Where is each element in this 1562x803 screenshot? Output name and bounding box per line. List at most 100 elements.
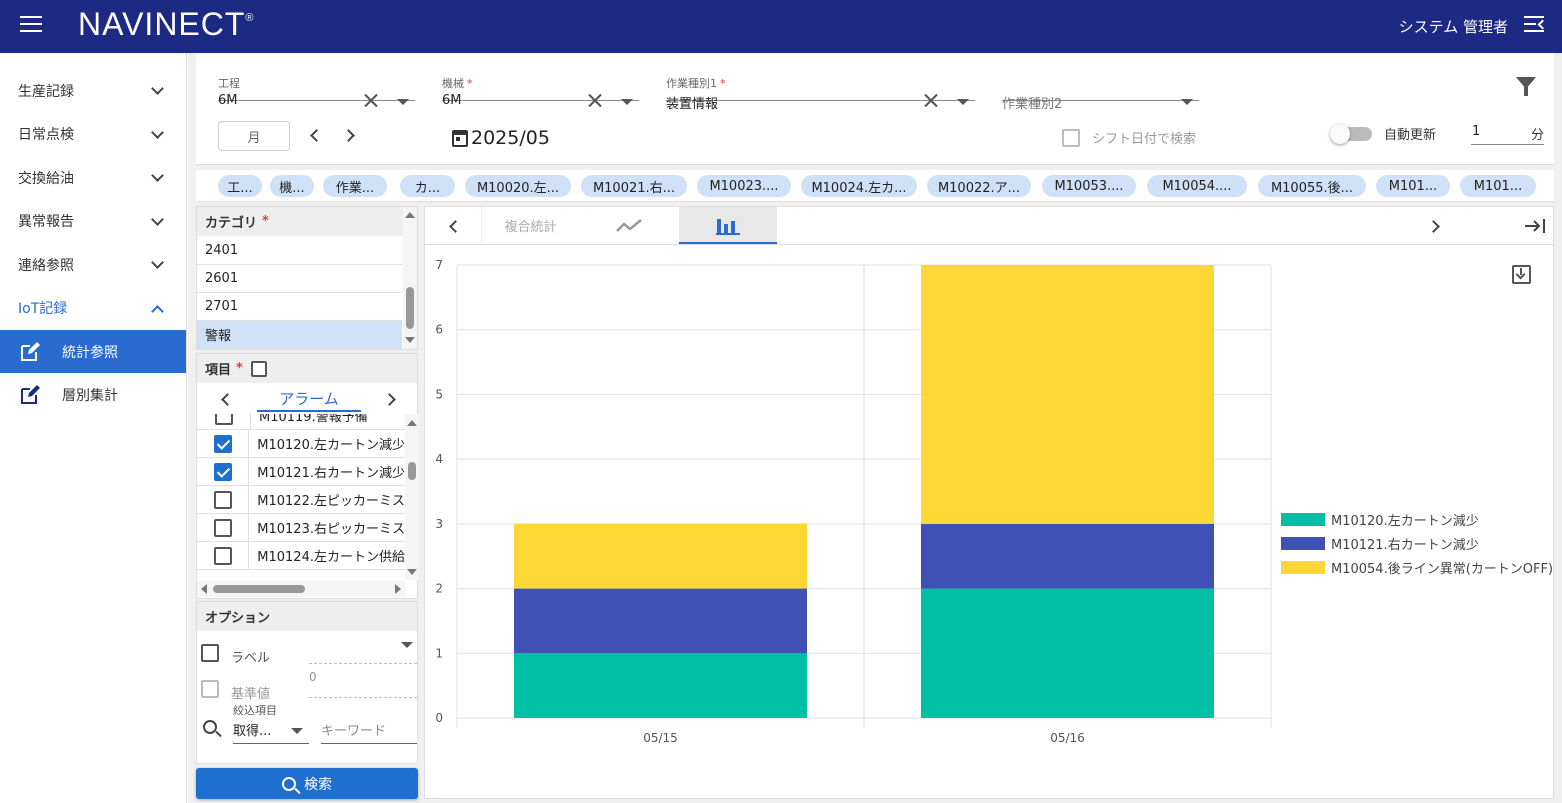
category-row[interactable]: 警報 (197, 321, 402, 349)
chip[interactable]: M10020.左... (465, 175, 571, 197)
scroll-right-icon[interactable] (395, 584, 401, 594)
chip[interactable]: M101... (1460, 175, 1536, 197)
chip[interactable]: 工... (218, 175, 262, 197)
chip[interactable]: 作業... (323, 175, 387, 197)
shift-date-search[interactable]: シフト日付で検索 (1062, 128, 1196, 147)
chip[interactable]: M10054.... (1147, 175, 1247, 197)
next-chart-tab-icon[interactable] (1427, 220, 1440, 233)
chip[interactable]: M10024.左カ... (801, 175, 917, 197)
tab-bar-chart[interactable] (679, 207, 777, 244)
chip[interactable]: M10055.後... (1258, 175, 1366, 197)
machine-select[interactable]: 機械 * 6M (442, 65, 639, 108)
chip[interactable]: M10053.... (1042, 175, 1136, 197)
clear-icon[interactable] (588, 93, 602, 107)
tab-composite-stats[interactable]: 複合統計 (481, 207, 579, 244)
user-name[interactable]: システム 管理者 (1399, 16, 1508, 37)
scroll-up-icon[interactable] (407, 420, 417, 426)
work-type2-select[interactable]: 作業種別2 (1002, 65, 1199, 112)
filter-item-value: 取得... (233, 724, 272, 739)
clear-icon[interactable] (364, 93, 378, 107)
dropdown-caret-icon[interactable] (621, 99, 633, 105)
item-checkbox[interactable] (213, 518, 232, 537)
search-button[interactable]: 検索 (196, 768, 418, 799)
interval-input[interactable]: 1 分 (1471, 119, 1544, 145)
sidebar-subitem-stratified-aggregation[interactable]: 層別集計 (0, 373, 186, 416)
dropdown-caret-icon[interactable] (1181, 99, 1193, 105)
hscroll-thumb[interactable] (213, 585, 305, 593)
y-tick-label: 5 (435, 387, 443, 401)
prev-date-icon[interactable] (310, 129, 323, 142)
label-option-select[interactable] (309, 638, 417, 664)
sidebar-subitem-statistics[interactable]: 統計参照 (0, 330, 186, 373)
sidebar-item-exchange-lubrication[interactable]: 交換給油 (0, 156, 186, 200)
next-date-icon[interactable] (342, 129, 355, 142)
next-tab-icon[interactable] (383, 393, 396, 406)
baseline-option-checkbox[interactable] (201, 680, 219, 698)
item-checkbox[interactable] (213, 462, 232, 481)
legend-item[interactable]: M10121.右カートン減少 (1281, 531, 1553, 555)
chip[interactable]: M10021.右... (581, 175, 687, 197)
scroll-down-icon[interactable] (407, 569, 417, 575)
scroll-thumb[interactable] (408, 462, 416, 480)
prev-tab-icon[interactable] (221, 393, 234, 406)
category-scrollbar[interactable] (403, 207, 417, 349)
baseline-input[interactable]: 0 (309, 668, 417, 698)
list-item[interactable]: M10120.左カートン減少 (197, 430, 405, 458)
hamburger-menu-icon[interactable] (20, 16, 42, 36)
legend-item[interactable]: M10120.左カートン減少 (1281, 507, 1553, 531)
menu-collapse-icon[interactable] (1524, 16, 1548, 36)
select-all-checkbox[interactable] (250, 360, 267, 377)
collapse-right-icon[interactable] (1523, 217, 1547, 235)
items-hscrollbar[interactable] (197, 581, 405, 597)
auto-update-toggle[interactable] (1330, 124, 1372, 144)
list-item[interactable]: M10123.右ピッカーミス (197, 514, 405, 542)
chip[interactable]: M101... (1376, 175, 1450, 197)
scroll-left-icon[interactable] (201, 584, 207, 594)
shift-date-checkbox[interactable] (1062, 128, 1080, 147)
scroll-up-icon[interactable] (405, 212, 415, 218)
filter-icon[interactable] (1516, 77, 1536, 96)
category-row[interactable]: 2401 (197, 237, 402, 265)
category-row[interactable]: 2601 (197, 265, 402, 293)
date-display[interactable]: 2025/05 (452, 127, 550, 149)
work-type1-select[interactable]: 作業種別1 * 装置情報 (666, 65, 975, 112)
keyword-input[interactable]: キーワード (321, 716, 417, 744)
chip[interactable]: M10023.... (697, 175, 791, 197)
app-logo[interactable]: NAVINECT® (78, 6, 255, 43)
sidebar-item-iot-record[interactable]: IoT記録 (0, 287, 186, 331)
scroll-down-icon[interactable] (405, 337, 415, 343)
clear-icon[interactable] (924, 93, 938, 107)
period-month-button[interactable]: 月 (218, 121, 290, 151)
item-checkbox[interactable] (214, 414, 233, 425)
list-item[interactable]: M10122.左ピッカーミス (197, 486, 405, 514)
chip[interactable]: 機... (270, 175, 314, 197)
label-option-checkbox[interactable] (201, 644, 219, 662)
chip[interactable]: M10022.ア... (927, 175, 1031, 197)
list-item[interactable]: M10119.警報予備 (197, 414, 405, 430)
dropdown-caret-icon[interactable] (957, 99, 969, 105)
sidebar-item-production-record[interactable]: 生産記録 (0, 69, 186, 113)
filter-item-select[interactable]: 取得... (233, 716, 309, 744)
category-row[interactable]: 2701 (197, 293, 402, 321)
prev-chart-tab-icon[interactable] (449, 220, 462, 233)
item-checkbox[interactable] (213, 434, 232, 453)
dropdown-caret-icon[interactable] (291, 728, 303, 734)
legend-item[interactable]: M10054.後ライン異常(カートンOFF) (1281, 555, 1553, 579)
sidebar-item-contact-reference[interactable]: 連絡参照 (0, 243, 186, 287)
download-icon[interactable] (1512, 265, 1531, 284)
legend-swatch (1281, 512, 1325, 526)
dropdown-caret-icon[interactable] (397, 99, 409, 105)
tab-alarm[interactable]: アラーム (257, 386, 361, 412)
tab-line-chart[interactable] (580, 207, 678, 244)
dropdown-caret-icon[interactable] (401, 642, 413, 648)
sidebar-item-daily-inspection[interactable]: 日常点検 (0, 113, 186, 157)
chip[interactable]: カ... (400, 175, 455, 197)
process-select[interactable]: 工程 6M (218, 65, 415, 108)
item-checkbox[interactable] (213, 546, 232, 565)
list-item[interactable]: M10124.左カートン供給 (197, 542, 405, 570)
scroll-thumb[interactable] (406, 287, 414, 329)
items-vscrollbar[interactable] (405, 414, 419, 580)
item-checkbox[interactable] (213, 490, 232, 509)
list-item[interactable]: M10121.右カートン減少 (197, 458, 405, 486)
sidebar-item-abnormal-report[interactable]: 異常報告 (0, 200, 186, 244)
